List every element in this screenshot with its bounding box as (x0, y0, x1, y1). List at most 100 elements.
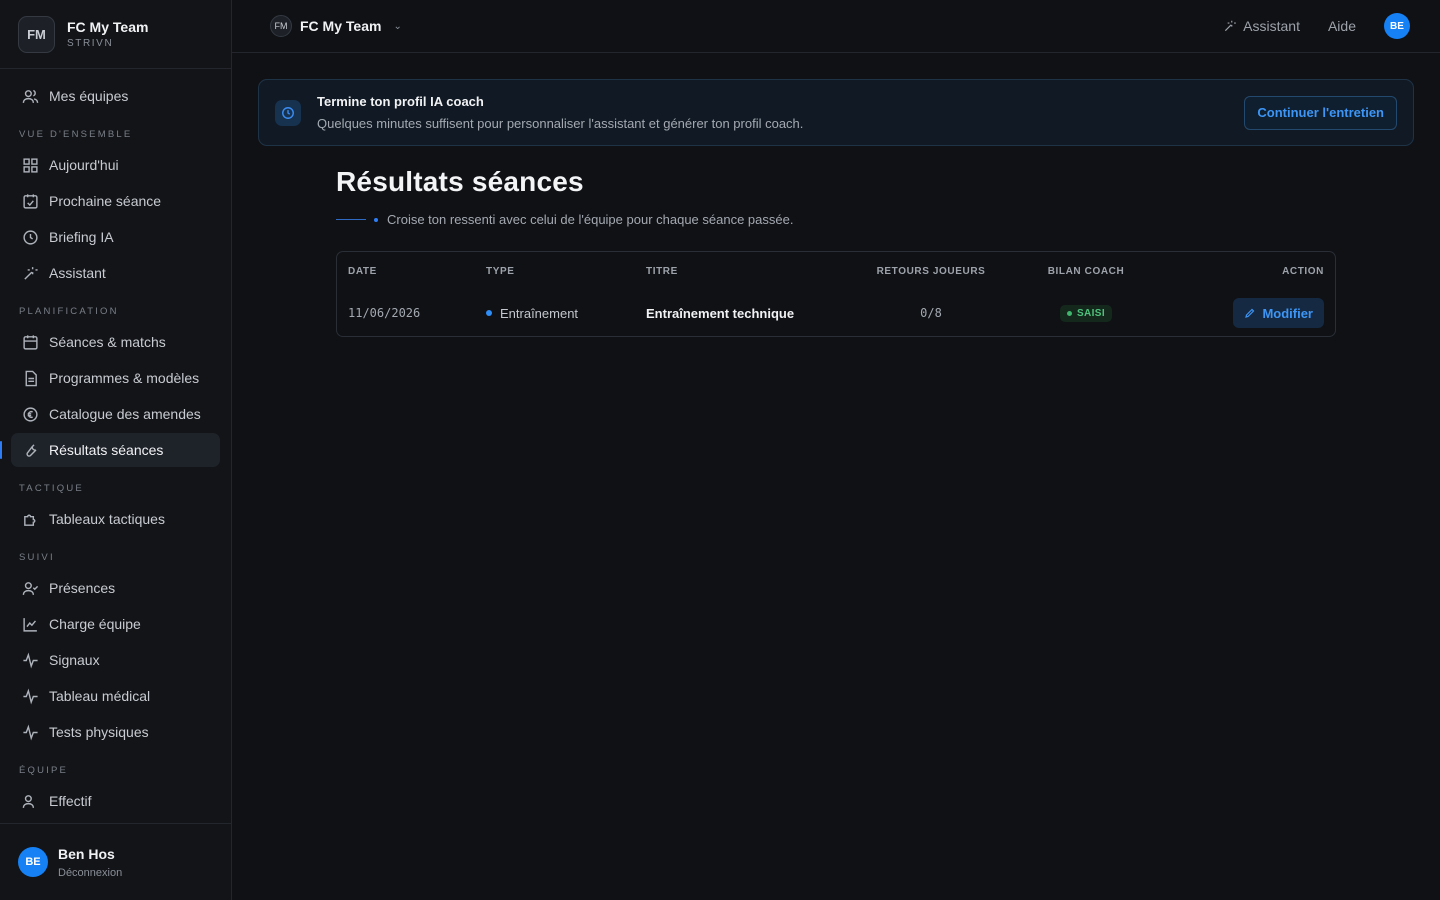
line-chart-icon (21, 615, 39, 633)
user-name: Ben Hos (58, 845, 115, 862)
section-label-tactics: TACTIQUE (19, 483, 84, 494)
sidebar-item-label: Charge équipe (49, 616, 141, 632)
user-check-icon (21, 579, 39, 597)
document-icon (21, 369, 39, 387)
header-title: TITRE (646, 265, 678, 277)
assistant-button[interactable]: Assistant (1223, 18, 1300, 34)
user-profile: BE Ben Hos Déconnexion (0, 823, 231, 900)
cell-date: 11/06/2026 (348, 306, 421, 320)
sidebar-item-physical-tests[interactable]: Tests physiques (11, 715, 220, 749)
team-logo: FM (18, 15, 55, 53)
sidebar-item-tactical-boards[interactable]: Tableaux tactiques (11, 502, 220, 536)
edit-button[interactable]: Modifier (1233, 298, 1324, 328)
sidebar-item-label: Tableau médical (49, 688, 151, 704)
chevron-down-icon: ⌄ (393, 20, 402, 32)
cell-coach-review: SAISI (1016, 304, 1156, 322)
sidebar-item-label: Assistant (49, 265, 106, 281)
cell-action: Modifier (1233, 298, 1324, 328)
sidebar-item-today[interactable]: Aujourd'hui (11, 148, 220, 182)
topbar: FM FC My Team ⌄ Assistant Aide BE (232, 0, 1440, 53)
section-label-planning: PLANIFICATION (19, 306, 119, 317)
table-header: DATE TYPE TITRE RETOURS JOUEURS BILAN CO… (337, 252, 1335, 290)
page-title: Résultats séances (336, 166, 584, 197)
sidebar-item-label: Aujourd'hui (49, 157, 119, 173)
euro-icon (21, 405, 39, 423)
sparkle-wand-icon (1223, 19, 1237, 33)
sidebar-item-roster[interactable]: Effectif (11, 784, 220, 818)
logout-link[interactable]: Déconnexion (58, 867, 122, 879)
sidebar-item-session-results[interactable]: Résultats séances (0, 433, 220, 467)
sidebar-item-fines[interactable]: Catalogue des amendes (11, 397, 220, 431)
sidebar-item-label: Mes équipes (49, 88, 129, 104)
sidebar-item-label: Briefing IA (49, 229, 114, 245)
status-dot (1066, 311, 1072, 316)
status-badge: SAISI (1059, 305, 1113, 322)
avatar[interactable]: BE (18, 847, 48, 877)
sidebar-item-label: Catalogue des amendes (49, 406, 201, 422)
team-logo: FM (270, 15, 292, 37)
activity-icon (21, 687, 39, 705)
activity-icon (21, 651, 39, 669)
header-coach-review: BILAN COACH (1047, 265, 1125, 277)
assistant-label: Assistant (1243, 18, 1300, 34)
main-area: FM FC My Team ⌄ Assistant Aide BE Termin… (232, 0, 1440, 900)
sidebar-item-assistant[interactable]: Assistant (11, 256, 220, 290)
section-label-tracking: SUIVI (19, 552, 55, 563)
puzzle-icon (21, 510, 39, 528)
results-table: DATE TYPE TITRE RETOURS JOUEURS BILAN CO… (336, 251, 1336, 337)
users-icon (21, 792, 39, 810)
banner-title: Termine ton profil IA coach (317, 94, 484, 109)
sidebar-item-attendance[interactable]: Présences (11, 571, 220, 605)
decorative-line (336, 219, 366, 220)
sidebar-item-label: Prochaine séance (49, 193, 162, 209)
sidebar-item-label: Signaux (49, 652, 100, 668)
clock-icon (21, 228, 39, 246)
table-row[interactable]: 11/06/2026 Entraînement Entraînement tec… (337, 290, 1335, 336)
header-player-feedback: RETOURS JOUEURS (876, 265, 986, 277)
sidebar-nav: Mes équipes VUE D'ENSEMBLE Aujourd'hui P… (0, 69, 231, 823)
sparkle-wand-icon (21, 264, 39, 282)
clock-icon (275, 99, 301, 126)
users-icon (21, 87, 39, 105)
header-type: TYPE (486, 265, 515, 277)
sidebar-item-label: Présences (49, 580, 116, 596)
sidebar-item-label: Tests physiques (49, 724, 149, 740)
team-name: FC My Team (67, 19, 149, 35)
sidebar-item-label: Résultats séances (49, 442, 164, 458)
type-label: Entraînement (500, 305, 579, 321)
calendar-icon (21, 333, 39, 351)
sidebar-item-sessions-matches[interactable]: Séances & matchs (11, 325, 220, 359)
sidebar-item-mes-equipes[interactable]: Mes équipes (11, 79, 220, 113)
page-subtitle: Croise ton ressenti avec celui de l'équi… (336, 212, 1336, 227)
sidebar-item-label: Programmes & modèles (49, 370, 200, 386)
banner-description: Quelques minutes suffisent pour personna… (317, 116, 804, 131)
sidebar-item-label: Effectif (49, 793, 92, 809)
sidebar-item-briefing[interactable]: Briefing IA (11, 220, 220, 254)
sidebar-item-medical-board[interactable]: Tableau médical (11, 679, 220, 713)
ai-profile-banner: Termine ton profil IA coach Quelques min… (258, 79, 1414, 146)
grid-icon (21, 156, 39, 174)
sidebar-item-next-session[interactable]: Prochaine séance (11, 184, 220, 218)
pencil-icon (1244, 307, 1256, 319)
team-subtitle: STRIVN (67, 38, 114, 49)
sidebar-item-programs[interactable]: Programmes & modèles (11, 361, 220, 395)
team-name: FC My Team (300, 18, 382, 34)
continue-interview-button[interactable]: Continuer l'entretien (1244, 95, 1397, 130)
sidebar-item-team-load[interactable]: Charge équipe (11, 607, 220, 641)
page-content: Résultats séances Croise ton ressenti av… (232, 146, 1440, 337)
wrench-icon (21, 441, 39, 459)
cell-type: Entraînement (486, 306, 646, 321)
header-date: DATE (348, 265, 377, 277)
avatar[interactable]: BE (1384, 13, 1410, 39)
sidebar-item-signals[interactable]: Signaux (11, 643, 220, 677)
calendar-check-icon (21, 192, 39, 210)
sidebar-item-label: Tableaux tactiques (49, 511, 165, 527)
status-label: SAISI (1076, 308, 1106, 319)
help-link[interactable]: Aide (1328, 18, 1356, 34)
header-action: ACTION (1282, 265, 1324, 277)
section-label-overview: VUE D'ENSEMBLE (19, 129, 133, 140)
cell-player-feedback: 0/8 (920, 306, 942, 320)
team-switcher[interactable]: FM FC My Team STRIVN (0, 0, 231, 69)
section-label-team: ÉQUIPE (19, 765, 69, 776)
team-selector[interactable]: FM FC My Team ⌄ (270, 15, 402, 37)
